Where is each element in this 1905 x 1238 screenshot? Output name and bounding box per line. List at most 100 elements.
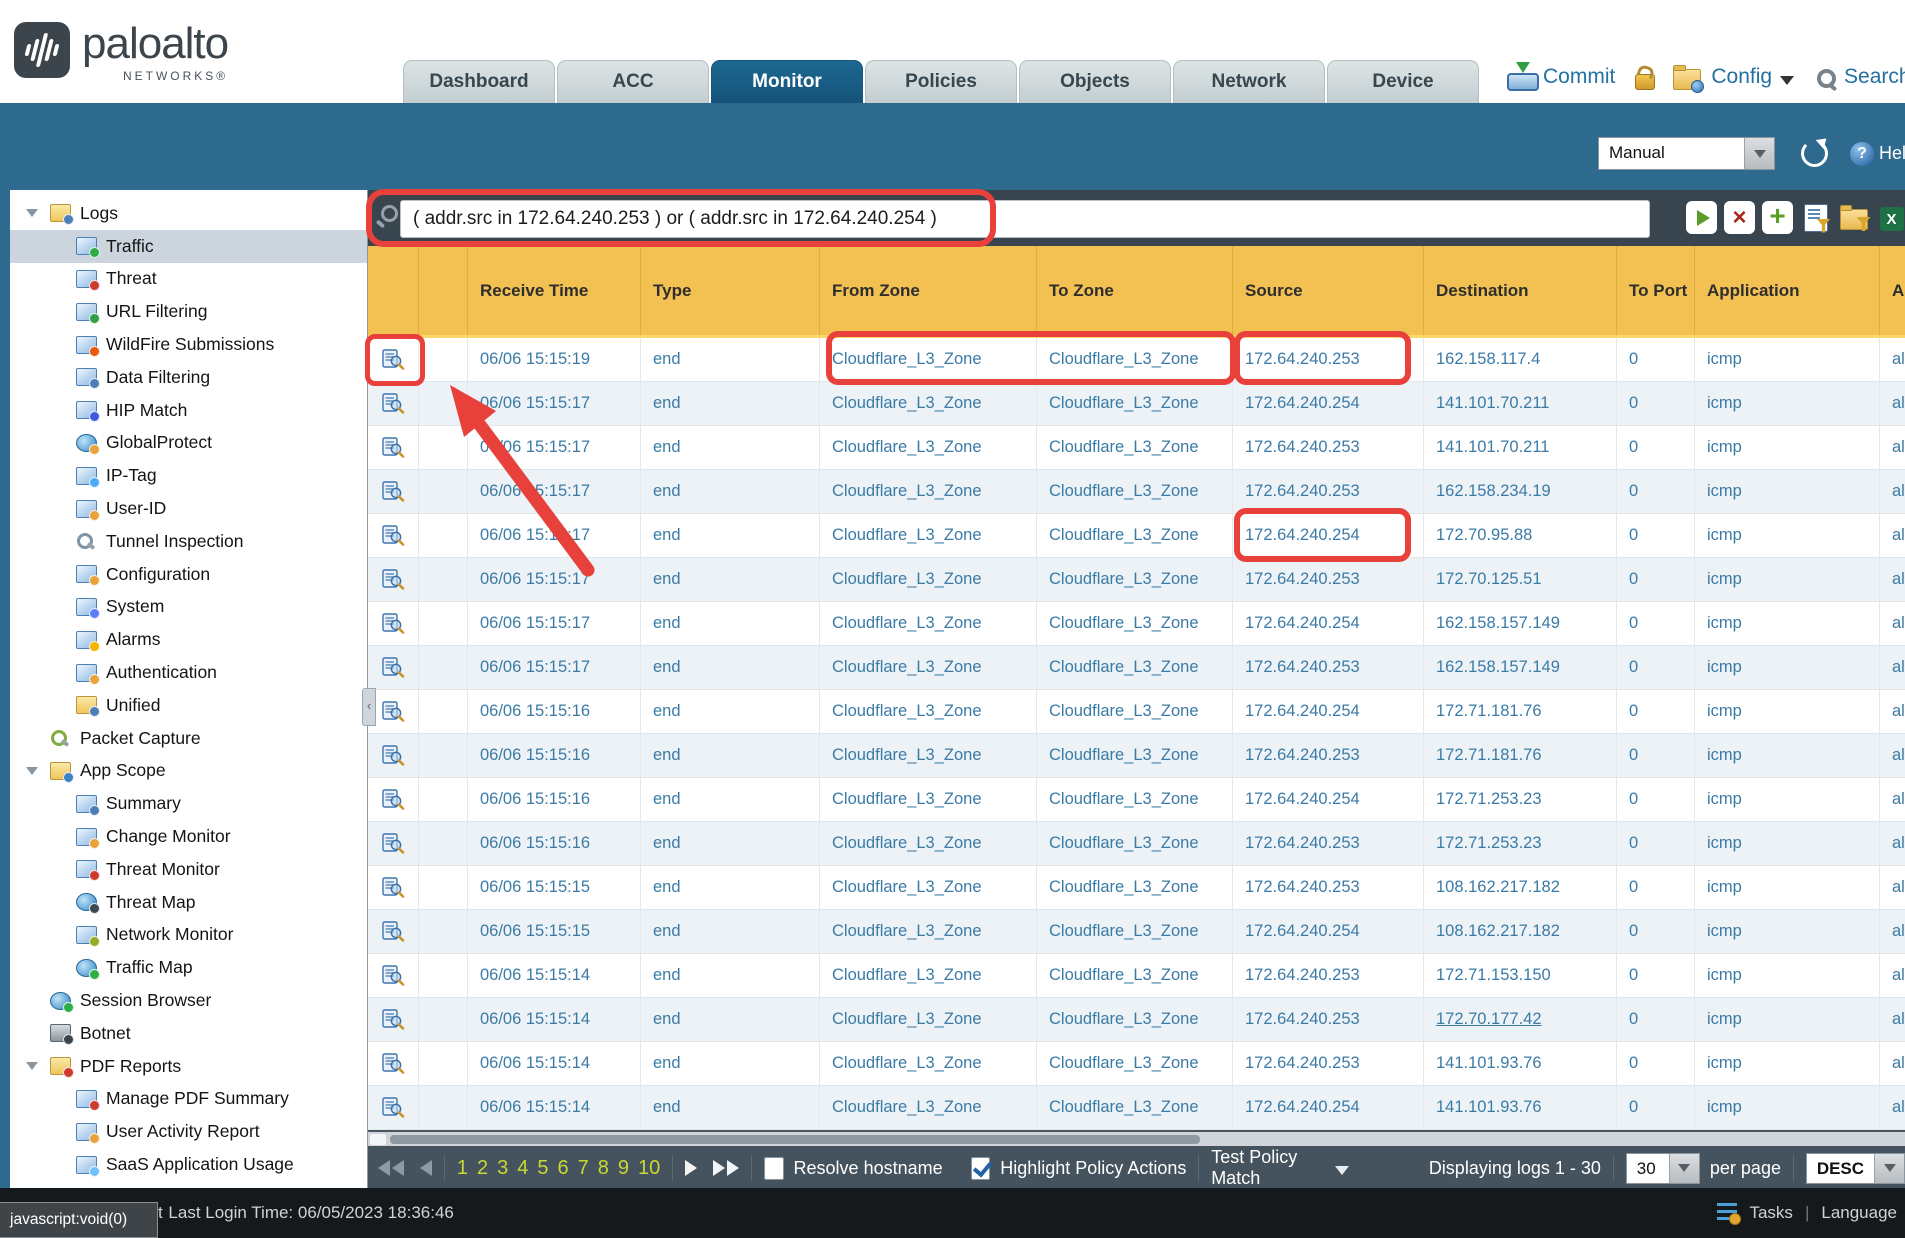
page-number-2[interactable]: 2 [477,1157,488,1180]
column-header-destination[interactable]: Destination [1424,246,1617,335]
log-detail-icon[interactable] [368,998,419,1041]
page-number-7[interactable]: 7 [578,1157,589,1180]
apply-filter-button[interactable] [1686,201,1717,234]
sidebar-item-hip-match[interactable]: HIP Match [10,394,367,427]
sidebar-item-url-filtering[interactable]: URL Filtering [10,295,367,328]
sidebar-collapse-handle[interactable]: ‹ [362,688,376,726]
scroll-left-button[interactable] [370,1134,386,1145]
tab-device[interactable]: Device [1327,60,1479,103]
log-detail-icon[interactable] [368,382,419,425]
filter-builder-button[interactable] [1800,201,1831,234]
tab-monitor[interactable]: Monitor [711,60,863,103]
sidebar-item-authentication[interactable]: Authentication [10,656,367,689]
sort-order-dropdown-button[interactable] [1874,1154,1904,1183]
sidebar-item-logs[interactable]: Logs [10,197,367,230]
add-filter-button[interactable]: + [1762,201,1793,234]
resolve-hostname-checkbox[interactable] [764,1157,784,1180]
sidebar-item-system[interactable]: System [10,591,367,624]
page-number-10[interactable]: 10 [638,1157,660,1180]
sidebar-item-wildfire-submissions[interactable]: WildFire Submissions [10,328,367,361]
expander-triangle-icon[interactable] [26,767,38,775]
column-header-ac[interactable]: Ac [1880,246,1905,335]
refresh-interval-select[interactable]: Manual [1598,137,1775,170]
search-button[interactable]: Search [1844,65,1905,89]
sidebar-item-traffic[interactable]: Traffic [10,230,367,263]
sidebar-item-pdf-reports[interactable]: PDF Reports [10,1050,367,1083]
horizontal-scrollbar[interactable] [368,1130,1905,1146]
page-number-6[interactable]: 6 [557,1157,568,1180]
log-detail-icon[interactable] [368,734,419,777]
log-detail-icon[interactable] [368,646,419,689]
log-detail-icon[interactable] [368,778,419,821]
sidebar-item-app-scope[interactable]: App Scope [10,755,367,788]
test-policy-match-menu[interactable]: Test Policy Match [1211,1147,1349,1189]
lock-icon[interactable] [1635,74,1655,90]
help-icon[interactable]: ? [1850,142,1874,166]
clear-filter-button[interactable]: × [1724,201,1755,234]
page-number-9[interactable]: 9 [618,1157,629,1180]
log-detail-icon[interactable] [368,470,419,513]
config-caret-icon[interactable] [1780,76,1794,85]
cell-destination[interactable]: 172.70.177.42 [1424,998,1617,1041]
search-icon[interactable] [1814,67,1838,91]
page-number-4[interactable]: 4 [517,1157,528,1180]
page-number-3[interactable]: 3 [497,1157,508,1180]
expander-triangle-icon[interactable] [26,1062,38,1070]
sidebar-item-user-id[interactable]: User-ID [10,492,367,525]
column-header-application[interactable]: Application [1695,246,1880,335]
log-detail-icon[interactable] [368,426,419,469]
next-page-button[interactable] [685,1160,697,1176]
tab-acc[interactable]: ACC [557,60,709,103]
sidebar-item-manage-pdf-summary[interactable]: Manage PDF Summary [10,1083,367,1116]
refresh-interval-dropdown-button[interactable] [1744,138,1774,169]
config-icon[interactable] [1673,69,1701,90]
per-page-dropdown-button[interactable] [1669,1154,1699,1183]
column-header-type[interactable]: Type [641,246,820,335]
sidebar-item-configuration[interactable]: Configuration [10,558,367,591]
commit-icon[interactable] [1505,63,1537,91]
sidebar-item-tunnel-inspection[interactable]: Tunnel Inspection [10,525,367,558]
page-number-1[interactable]: 1 [457,1157,468,1180]
sidebar-item-globalprotect[interactable]: GlobalProtect [10,427,367,460]
log-detail-icon[interactable] [368,954,419,997]
tasks-button[interactable]: Tasks [1749,1203,1792,1223]
log-detail-icon[interactable] [368,338,419,381]
language-button[interactable]: Language [1821,1203,1897,1223]
load-filter-button[interactable] [1838,201,1869,234]
tasks-icon[interactable] [1717,1203,1737,1223]
commit-button[interactable]: Commit [1543,65,1615,89]
sidebar-item-ip-tag[interactable]: IP-Tag [10,459,367,492]
log-detail-icon[interactable] [368,558,419,601]
column-header-to-zone[interactable]: To Zone [1037,246,1233,335]
sidebar-item-threat-map[interactable]: Threat Map [10,886,367,919]
page-number-5[interactable]: 5 [537,1157,548,1180]
sidebar-item-saas-application-usage[interactable]: SaaS Application Usage [10,1148,367,1181]
sidebar-item-user-activity-report[interactable]: User Activity Report [10,1115,367,1148]
tab-dashboard[interactable]: Dashboard [403,60,555,103]
sidebar-item-session-browser[interactable]: Session Browser [10,984,367,1017]
log-detail-icon[interactable] [368,822,419,865]
log-detail-icon[interactable] [368,1086,419,1129]
sidebar-item-threat-monitor[interactable]: Threat Monitor [10,853,367,886]
sort-order-select[interactable]: DESC [1806,1153,1905,1184]
highlight-policy-actions-checkbox[interactable] [971,1157,991,1180]
expander-triangle-icon[interactable] [26,209,38,217]
per-page-select[interactable]: 30 [1626,1153,1700,1184]
sidebar-item-change-monitor[interactable]: Change Monitor [10,820,367,853]
log-filter-input[interactable] [400,200,1650,238]
sidebar-item-summary[interactable]: Summary [10,787,367,820]
column-header-source[interactable]: Source [1233,246,1424,335]
sidebar-item-botnet[interactable]: Botnet [10,1017,367,1050]
export-csv-button[interactable]: X [1876,201,1905,234]
previous-page-button[interactable] [420,1160,432,1176]
sidebar-item-unified[interactable]: Unified [10,689,367,722]
scrollbar-thumb[interactable] [390,1135,1200,1144]
page-number-8[interactable]: 8 [598,1157,609,1180]
last-page-button[interactable] [713,1160,739,1176]
sidebar-item-packet-capture[interactable]: Packet Capture [10,722,367,755]
tab-policies[interactable]: Policies [865,60,1017,103]
tab-objects[interactable]: Objects [1019,60,1171,103]
config-button[interactable]: Config [1711,65,1772,89]
log-detail-icon[interactable] [368,866,419,909]
column-header-from-zone[interactable]: From Zone [820,246,1037,335]
